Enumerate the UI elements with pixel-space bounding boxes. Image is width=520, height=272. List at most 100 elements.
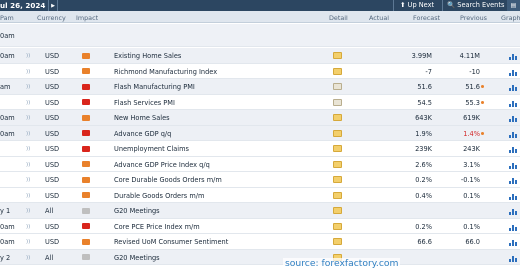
graph-icon[interactable]: [509, 83, 518, 91]
impact-icon: [82, 207, 90, 214]
event-currency: All: [45, 207, 54, 215]
table-row[interactable]: 0am)) USD Advance GDP q/q 1.9% 1.4%: [0, 125, 520, 141]
search-events-button[interactable]: 🔍 Search Events: [447, 1, 504, 9]
table-row[interactable]: y 2)) All G20 Meetings: [0, 249, 520, 265]
sound-icon[interactable]: )): [26, 100, 30, 106]
event-currency: USD: [45, 83, 60, 91]
sound-icon[interactable]: )): [26, 162, 30, 168]
graph-icon[interactable]: [509, 145, 518, 153]
sound-icon[interactable]: )): [26, 177, 30, 183]
table-row[interactable]: )) USD Advance GDP Price Index q/q 2.6% 3.1%: [0, 156, 520, 172]
event-currency: USD: [45, 145, 60, 153]
event-title[interactable]: Flash Services PMI: [114, 99, 175, 107]
sound-icon[interactable]: )): [26, 255, 30, 261]
event-previous: 619K: [463, 114, 480, 122]
event-title[interactable]: G20 Meetings: [114, 254, 160, 262]
graph-icon[interactable]: [509, 68, 518, 76]
event-time: y 1: [0, 207, 11, 215]
event-title[interactable]: Advance GDP q/q: [114, 130, 171, 138]
detail-folder-icon[interactable]: [333, 129, 342, 137]
day-row: 0am: [0, 24, 520, 47]
event-currency: USD: [45, 191, 60, 200]
sound-icon[interactable]: )): [26, 131, 30, 137]
table-row[interactable]: 0am)) USD New Home Sales 643K 619K: [0, 110, 520, 126]
detail-folder-icon[interactable]: [333, 207, 342, 214]
event-forecast: 51.6: [417, 83, 432, 91]
sound-icon[interactable]: )): [26, 115, 30, 121]
table-row[interactable]: y 1)) All G20 Meetings: [0, 203, 520, 219]
impact-icon: [82, 99, 90, 105]
detail-folder-icon[interactable]: [333, 160, 342, 168]
revision-icon: [481, 85, 484, 88]
detail-folder-icon[interactable]: [333, 238, 342, 245]
graph-icon[interactable]: [509, 99, 518, 107]
event-currency: USD: [45, 52, 60, 60]
sound-icon[interactable]: )): [26, 84, 30, 90]
detail-folder-icon[interactable]: [333, 83, 342, 90]
revision-icon: [481, 131, 484, 135]
table-row[interactable]: )) USD Richmond Manufacturing Index -7 -10: [0, 63, 520, 79]
table-row[interactable]: am)) USD Flash Manufacturing PMI 51.6 51.6: [0, 79, 520, 95]
event-forecast: 0.2%: [415, 222, 432, 231]
impact-icon: [82, 254, 90, 260]
detail-folder-icon[interactable]: [333, 52, 342, 59]
event-title[interactable]: Unemployment Claims: [114, 145, 189, 153]
sound-icon[interactable]: )): [26, 193, 30, 199]
detail-folder-icon[interactable]: [333, 176, 342, 183]
sound-icon[interactable]: )): [26, 208, 30, 214]
table-row[interactable]: 0am)) USD Existing Home Sales 3.99M 4.11M: [0, 48, 520, 64]
graph-icon[interactable]: [509, 223, 518, 231]
sound-icon[interactable]: )): [26, 239, 30, 245]
event-forecast: 54.5: [417, 98, 432, 107]
event-title[interactable]: Durable Goods Orders m/m: [114, 192, 204, 200]
graph-icon[interactable]: [509, 238, 518, 246]
event-title[interactable]: Advance GDP Price Index q/q: [114, 161, 210, 169]
graph-icon[interactable]: [509, 52, 518, 60]
event-title[interactable]: Core PCE Price Index m/m: [114, 223, 200, 231]
detail-folder-icon[interactable]: [333, 222, 342, 230]
detail-folder-icon[interactable]: [333, 67, 342, 75]
event-time: y 2: [0, 253, 11, 262]
event-time: am: [0, 83, 11, 91]
graph-icon[interactable]: ▤: [507, 0, 520, 11]
graph-icon[interactable]: [509, 254, 518, 262]
detail-folder-icon[interactable]: [333, 191, 342, 199]
calendar-date[interactable]: ul 26, 2024: [0, 1, 45, 10]
sound-icon[interactable]: )): [26, 69, 30, 75]
sound-icon[interactable]: )): [26, 53, 30, 59]
graph-icon[interactable]: [509, 192, 518, 200]
event-previous: 51.6: [465, 83, 480, 91]
impact-icon: [82, 176, 90, 183]
event-title[interactable]: Core Durable Goods Orders m/m: [114, 176, 222, 184]
column-currency: Currency: [37, 14, 66, 22]
up-next-button[interactable]: ⬆ Up Next: [400, 1, 434, 9]
graph-icon[interactable]: [509, 130, 518, 138]
detail-folder-icon[interactable]: [333, 145, 342, 152]
table-row[interactable]: 0am)) USD Revised UoM Consumer Sentiment 66…: [0, 234, 520, 250]
graph-icon[interactable]: [509, 114, 518, 122]
event-title[interactable]: Flash Manufacturing PMI: [114, 83, 195, 91]
event-previous: 3.1%: [463, 160, 480, 169]
event-title[interactable]: New Home Sales: [114, 114, 170, 122]
graph-icon[interactable]: [509, 207, 518, 215]
sound-icon[interactable]: )): [26, 146, 30, 152]
day-time: 0am: [0, 32, 15, 40]
table-row[interactable]: )) USD Unemployment Claims 239K 243K: [0, 141, 520, 157]
detail-folder-icon[interactable]: [333, 114, 342, 121]
graph-icon[interactable]: [509, 161, 518, 169]
event-previous: -0.1%: [460, 176, 480, 184]
detail-folder-icon[interactable]: [333, 98, 342, 106]
event-title[interactable]: Revised UoM Consumer Sentiment: [114, 238, 228, 246]
next-day-icon[interactable]: ▶: [48, 0, 58, 11]
event-previous: 1.4%: [463, 129, 480, 138]
table-row[interactable]: 0am)) USD Core PCE Price Index m/m 0.2% 0.1%: [0, 218, 520, 234]
event-title[interactable]: Existing Home Sales: [114, 52, 181, 60]
event-title[interactable]: Richmond Manufacturing Index: [114, 68, 217, 76]
table-row[interactable]: )) USD Flash Services PMI 54.5 55.3: [0, 94, 520, 110]
table-row[interactable]: )) USD Durable Goods Orders m/m 0.4% 0.1%: [0, 187, 520, 203]
graph-icon[interactable]: [509, 176, 518, 184]
impact-icon: [82, 68, 90, 74]
table-row[interactable]: )) USD Core Durable Goods Orders m/m 0.2% -0…: [0, 172, 520, 188]
sound-icon[interactable]: )): [26, 224, 30, 230]
event-title[interactable]: G20 Meetings: [114, 207, 160, 215]
